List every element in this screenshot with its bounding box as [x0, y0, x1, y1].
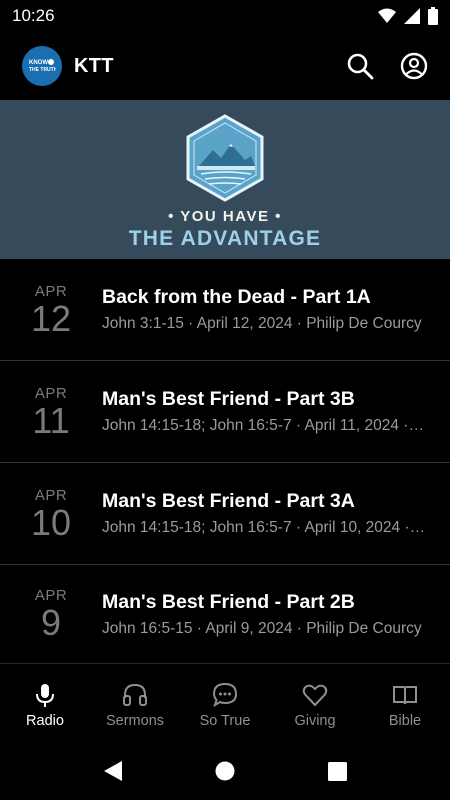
battery-icon: [428, 7, 438, 25]
nav-sermons[interactable]: Sermons: [90, 668, 180, 742]
date-day: 12: [30, 297, 72, 339]
ktt-logo-icon: KNOW THE TRUTH: [29, 59, 56, 73]
date-badge: APR 9: [0, 587, 102, 641]
account-icon[interactable]: [400, 52, 428, 80]
status-bar: 10:26: [0, 0, 450, 32]
episode-text: Man's Best Friend - Part 2B John 16:5-15…: [102, 591, 450, 638]
episode-text: Man's Best Friend - Part 3A John 14:15-1…: [102, 490, 450, 537]
date-month: APR: [34, 384, 68, 402]
nav-label: Giving: [294, 712, 336, 729]
svg-text:KNOW: KNOW: [29, 60, 48, 66]
episode-text: Back from the Dead - Part 1A John 3:1-15…: [102, 286, 450, 333]
episode-title: Back from the Dead - Part 1A: [102, 286, 371, 308]
cell-signal-icon: [404, 8, 420, 24]
home-button[interactable]: [169, 761, 281, 781]
date-day: 10: [30, 501, 72, 543]
home-circle-icon: [215, 761, 235, 781]
nav-bible[interactable]: Bible: [360, 668, 450, 742]
episode-title: Man's Best Friend - Part 3A: [102, 490, 355, 512]
svg-text:THE TRUTH: THE TRUTH: [29, 67, 56, 73]
nav-giving[interactable]: Giving: [270, 668, 360, 742]
date-day: 9: [40, 602, 62, 643]
date-month: APR: [34, 486, 68, 504]
app-title: KTT: [74, 54, 114, 77]
episode-subtitle: John 3:1-15 · April 12, 2024 · Philip De…: [102, 315, 422, 332]
episode-subtitle: John 14:15-18; John 16:5-7 · April 11, 2…: [102, 417, 428, 434]
heart-icon: [302, 684, 328, 706]
episode-title: Man's Best Friend - Part 3B: [102, 388, 355, 410]
promo-banner[interactable]: • YOU HAVE • THE ADVANTAGE: [0, 100, 450, 259]
search-icon[interactable]: [346, 52, 374, 80]
nav-so-true[interactable]: So True: [180, 668, 270, 742]
system-nav-bar: [0, 742, 450, 800]
episode-subtitle: John 14:15-18; John 16:5-7 · April 10, 2…: [102, 519, 428, 536]
headphones-icon: [123, 683, 147, 706]
list-item[interactable]: APR 12 Back from the Dead - Part 1A John…: [0, 259, 450, 361]
episode-text: Man's Best Friend - Part 3B John 14:15-1…: [102, 388, 450, 435]
app-logo[interactable]: KNOW THE TRUTH: [22, 46, 62, 86]
nav-label: Radio: [26, 712, 64, 729]
nav-radio[interactable]: Radio: [0, 668, 90, 742]
back-button[interactable]: [57, 760, 169, 782]
book-icon: [393, 685, 417, 704]
status-time: 10:26: [12, 6, 55, 25]
date-badge: APR 11: [0, 385, 102, 439]
header-actions: [346, 52, 428, 80]
wifi-icon: [378, 8, 396, 23]
list-item[interactable]: APR 11 Man's Best Friend - Part 3B John …: [0, 361, 450, 463]
list-item[interactable]: APR 9 Man's Best Friend - Part 2B John 1…: [0, 565, 450, 664]
episode-title: Man's Best Friend - Part 2B: [102, 590, 355, 613]
status-icons: [378, 7, 438, 25]
bottom-nav: Radio Sermons So True Giving Bible: [0, 668, 450, 742]
recents-square-icon: [327, 761, 347, 781]
mountain-lake-emblem-icon: [186, 114, 264, 202]
back-triangle-icon: [104, 761, 122, 781]
microphone-icon: [36, 683, 54, 707]
recents-button[interactable]: [281, 761, 393, 781]
nav-label: Bible: [388, 712, 422, 729]
list-item[interactable]: APR 10 Man's Best Friend - Part 3A John …: [0, 463, 450, 565]
date-badge: APR 12: [0, 283, 102, 337]
chat-bubble-icon: [212, 682, 238, 707]
nav-label: So True: [199, 712, 251, 729]
date-month: APR: [34, 282, 68, 300]
episode-feed: APR 12 Back from the Dead - Part 1A John…: [0, 259, 450, 664]
date-badge: APR 10: [0, 487, 102, 541]
banner-title: THE ADVANTAGE: [128, 227, 322, 250]
banner-tagline: • YOU HAVE •: [168, 208, 282, 225]
episode-subtitle: John 16:5-15 · April 9, 2024 · Philip De…: [102, 619, 422, 637]
date-day: 11: [32, 399, 70, 441]
app-header: KNOW THE TRUTH KTT: [0, 32, 450, 100]
nav-label: Sermons: [105, 712, 165, 729]
